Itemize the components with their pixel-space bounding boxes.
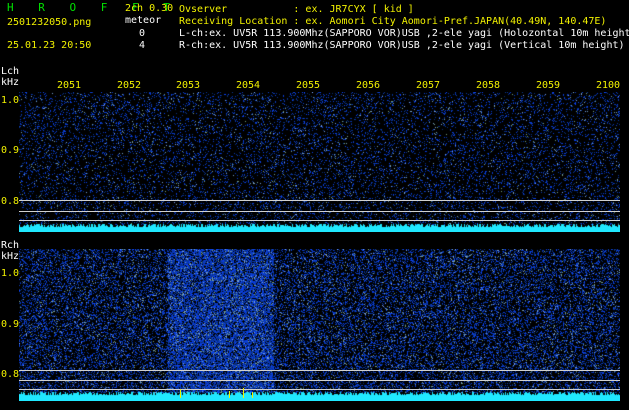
rch-guide-line-lower [19,389,620,390]
rch-meteor-marker [243,388,244,398]
time-label-2054: 2054 [236,80,261,91]
time-label-2057: 2057 [416,80,441,91]
time-label-2052: 2052 [117,80,142,91]
lch-tick-0-8: 0.8 [1,196,20,207]
meteor-column-label: meteor [125,15,162,26]
time-label-2100: 2100 [596,80,621,91]
rch-meteor-marker [180,389,181,398]
rch-meteor-marker [252,392,253,398]
time-label-2051: 2051 [57,80,82,91]
location-info: Receiving Location : ex. Aomori City Aom… [179,16,607,27]
time-label-2055: 2055 [296,80,321,91]
file-name: 2501232050.png [7,17,92,28]
rch-guide-line-upper [19,370,620,371]
rch-tick-0-8: 0.8 [1,369,20,380]
lch-guide-line-lower [19,220,620,221]
rch-unit: kHz [1,251,20,262]
rch-meteor-marker [229,391,230,398]
lch-tick-0-9: 0.9 [1,145,20,156]
lch-unit: kHz [1,77,20,88]
timestamp: 25.01.23 20:50 [7,40,92,51]
time-label-2053: 2053 [176,80,201,91]
lch-meteor-count: 0 [139,28,146,39]
rch-meteor-count: 4 [139,40,146,51]
rch-guide-line-mid [19,380,620,381]
lch-info: L-ch:ex. UV5R 113.900Mhz(SAPPORO VOR)USB… [179,28,629,39]
observer-info: Ovserver : ex. JR7CYX [ kid ] [179,4,414,15]
time-label-2056: 2056 [356,80,381,91]
rch-spectrogram [19,249,620,401]
rch-info: R-ch:ex. UV5R 113.900Mhz(SAPPORO VOR)USB… [179,40,625,51]
time-label-2059: 2059 [536,80,561,91]
rch-label: Rch [1,240,20,251]
lch-guide-line-mid [19,211,620,212]
lch-label: Lch [1,66,20,77]
time-label-2058: 2058 [476,80,501,91]
rch-tick-1-0: 1.0 [1,268,20,279]
rch-tick-0-9: 0.9 [1,319,20,330]
lch-guide-line-upper [19,200,620,201]
app-version: 2ch 0.30 [125,3,174,14]
lch-tick-1-0: 1.0 [1,95,20,106]
